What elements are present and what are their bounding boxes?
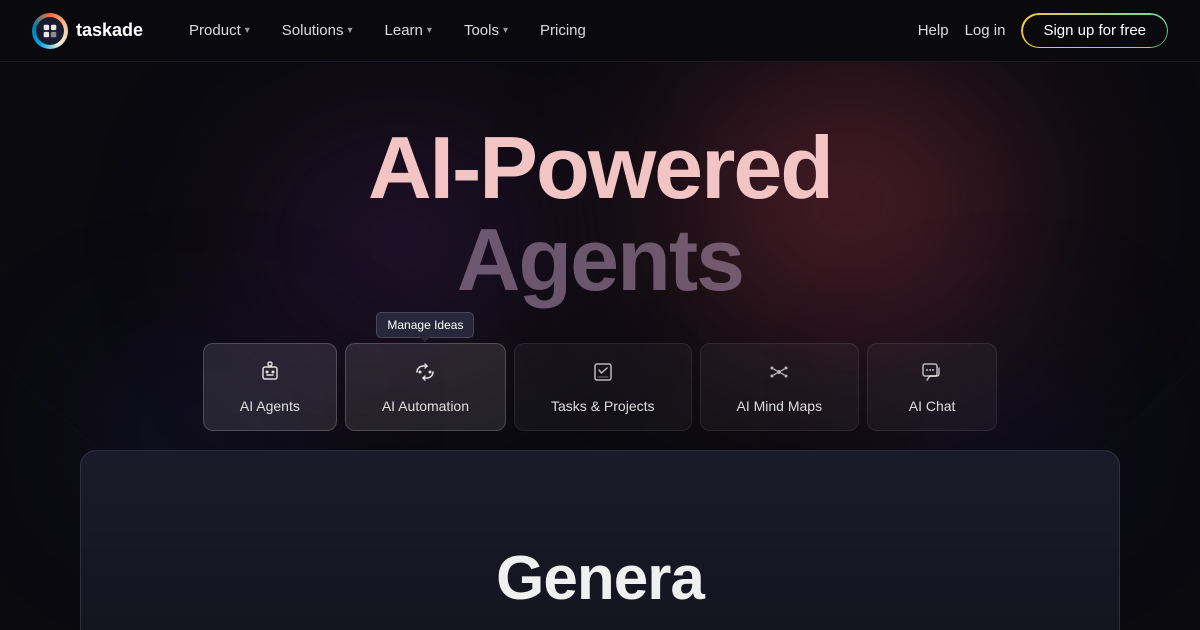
hero-title-line1: AI-Powered: [368, 122, 832, 214]
signup-button[interactable]: Sign up for free: [1021, 13, 1168, 48]
nav-right: Help Log in Sign up for free: [918, 13, 1168, 48]
tab-tasks-projects-label: Tasks & Projects: [551, 398, 654, 414]
logo-mark[interactable]: [32, 13, 68, 49]
hero-title: AI-Powered Agents: [368, 122, 832, 307]
hero-section: AI-Powered Agents AI Agents Manage Ideas: [0, 62, 1200, 630]
nav-item-solutions[interactable]: Solutions ▾: [268, 14, 367, 47]
tab-ai-agents[interactable]: AI Agents: [203, 343, 337, 431]
nav-menu: Product ▾ Solutions ▾ Learn ▾ Tools ▾ Pr…: [175, 14, 600, 47]
chevron-down-icon: ▾: [245, 25, 250, 36]
navbar: taskade Product ▾ Solutions ▾ Learn ▾ To…: [0, 0, 1200, 62]
tasks-projects-icon: [591, 360, 615, 388]
tab-ai-agents-label: AI Agents: [240, 398, 300, 414]
feature-tabs: AI Agents Manage Ideas AI Automation: [199, 343, 1001, 431]
nav-left: taskade Product ▾ Solutions ▾ Learn ▾ To…: [32, 13, 600, 49]
chevron-down-icon: ▾: [503, 25, 508, 36]
ai-mind-maps-icon: [767, 360, 791, 388]
chevron-down-icon: ▾: [427, 25, 432, 36]
tab-ai-chat[interactable]: AI Chat: [867, 343, 997, 431]
tab-ai-automation[interactable]: Manage Ideas AI Automation: [345, 343, 506, 431]
nav-item-pricing[interactable]: Pricing: [526, 14, 600, 47]
bottom-card-title: Genera: [496, 548, 704, 610]
bottom-card: Genera: [80, 450, 1120, 630]
tab-tasks-projects[interactable]: Tasks & Projects: [514, 343, 691, 431]
tab-ai-automation-label: AI Automation: [382, 398, 469, 414]
logo-inner: [36, 17, 64, 45]
nav-item-product[interactable]: Product ▾: [175, 14, 264, 47]
help-link[interactable]: Help: [918, 22, 949, 39]
tab-ai-mind-maps[interactable]: AI Mind Maps: [700, 343, 860, 431]
nav-item-learn[interactable]: Learn ▾: [371, 14, 446, 47]
login-link[interactable]: Log in: [965, 22, 1006, 39]
tooltip-manage-ideas: Manage Ideas: [376, 312, 474, 338]
hero-title-line2: Agents: [368, 214, 832, 306]
ai-agents-icon: [258, 360, 282, 388]
chevron-down-icon: ▾: [348, 25, 353, 36]
ai-automation-icon: [413, 360, 437, 388]
tab-ai-chat-label: AI Chat: [909, 398, 956, 414]
logo-text: taskade: [76, 20, 143, 41]
tab-ai-mind-maps-label: AI Mind Maps: [737, 398, 823, 414]
ai-chat-icon: [920, 360, 944, 388]
nav-item-tools[interactable]: Tools ▾: [450, 14, 522, 47]
